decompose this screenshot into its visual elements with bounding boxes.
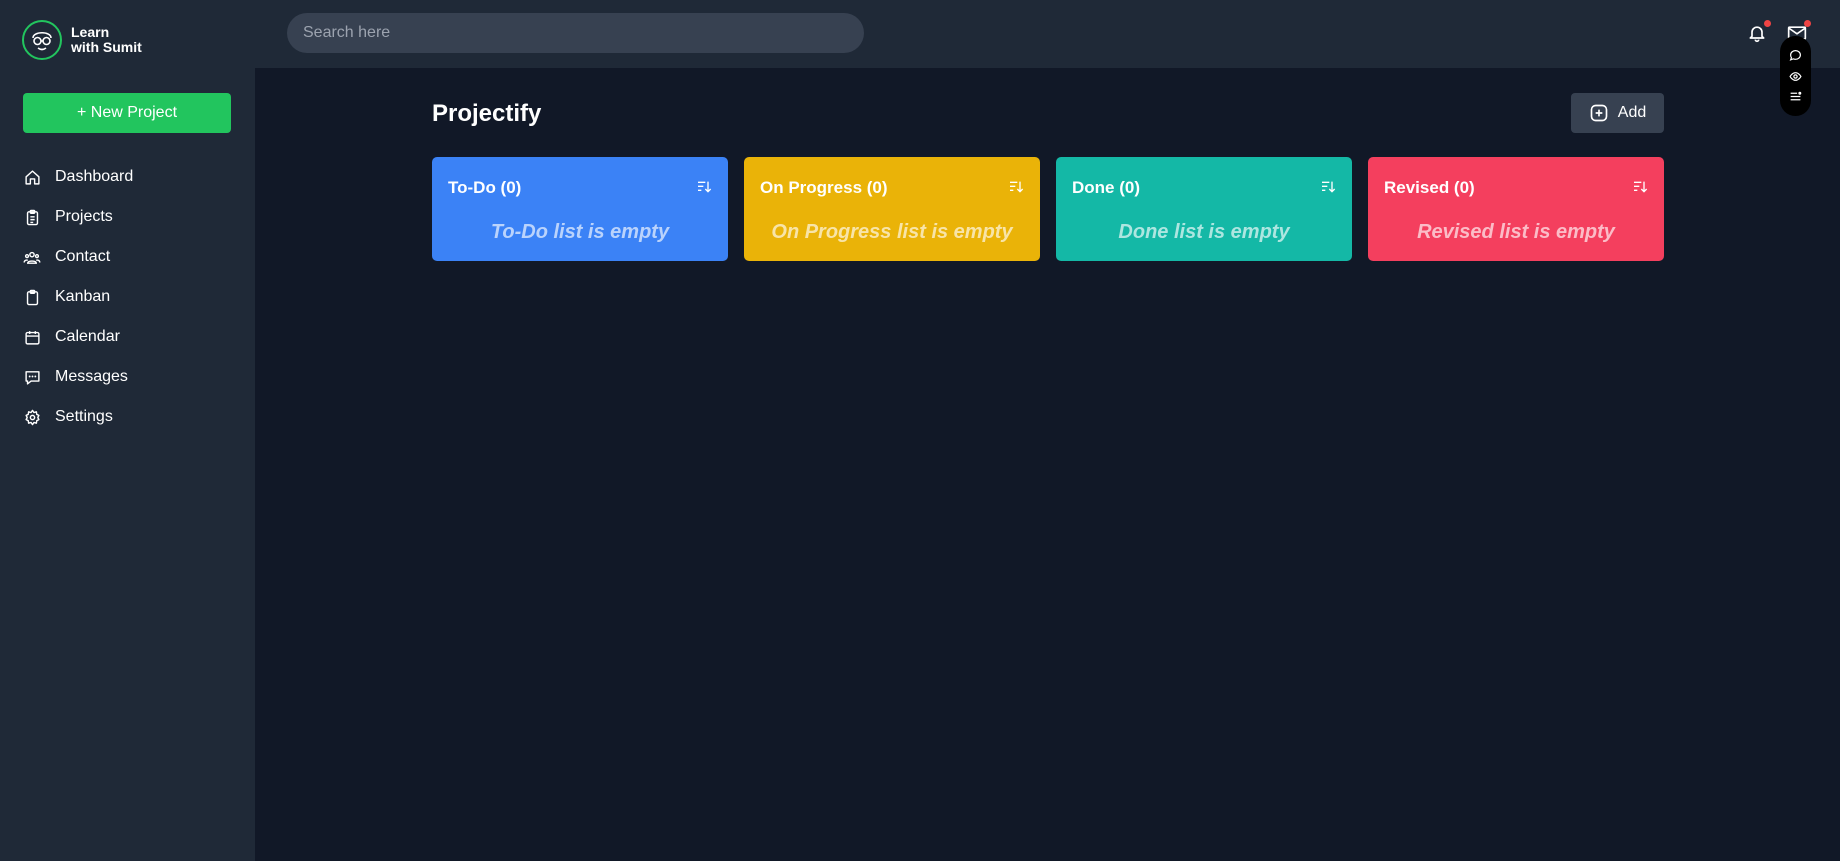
sidebar-item-dashboard[interactable]: Dashboard bbox=[23, 157, 133, 197]
column-title: Revised (0) bbox=[1384, 178, 1475, 197]
sidebar-item-label: Dashboard bbox=[55, 168, 134, 185]
clipboard-icon bbox=[23, 288, 41, 306]
notifications-button[interactable] bbox=[1746, 20, 1771, 44]
search-input[interactable] bbox=[287, 13, 864, 53]
sort-icon[interactable] bbox=[1632, 179, 1648, 195]
chat-icon bbox=[23, 368, 41, 386]
sidebar-item-label: Calendar bbox=[55, 328, 120, 345]
add-button[interactable]: Add bbox=[1571, 93, 1664, 133]
sidebar-item-kanban[interactable]: Kanban bbox=[23, 277, 133, 317]
add-button-label: Add bbox=[1617, 104, 1647, 121]
list-icon[interactable] bbox=[1789, 90, 1803, 104]
kanban-column-on-progress: On Progress (0) On Progress list is empt… bbox=[744, 157, 1040, 261]
column-empty-message: To-Do list is empty bbox=[490, 221, 670, 243]
kanban-column-done: Done (0) Done list is empty bbox=[1056, 157, 1352, 261]
logo-face-icon bbox=[22, 20, 62, 60]
sidebar-nav: Dashboard Projects Contact Kanban Calend… bbox=[23, 157, 133, 437]
column-title: On Progress (0) bbox=[760, 178, 888, 197]
eye-icon[interactable] bbox=[1789, 69, 1803, 83]
column-title: Done (0) bbox=[1072, 178, 1140, 197]
kanban-column-revised: Revised (0) Revised list is empty bbox=[1368, 157, 1664, 261]
gear-icon bbox=[23, 408, 41, 426]
sidebar-item-label: Contact bbox=[55, 248, 111, 265]
sidebar: Learn with Sumit + New Project Dashboard… bbox=[0, 0, 255, 861]
brand-name: Learn with Sumit bbox=[71, 25, 161, 55]
sidebar-item-label: Settings bbox=[55, 408, 113, 425]
brand-logo[interactable]: Learn with Sumit bbox=[22, 20, 161, 60]
column-empty-message: Revised list is empty bbox=[1417, 221, 1615, 243]
column-empty-message: On Progress list is empty bbox=[771, 221, 1013, 243]
clipboard-list-icon bbox=[23, 208, 41, 226]
bell-icon bbox=[1747, 23, 1767, 43]
column-empty-message: Done list is empty bbox=[1118, 221, 1290, 243]
sidebar-item-contact[interactable]: Contact bbox=[23, 237, 133, 277]
sidebar-item-label: Kanban bbox=[55, 288, 111, 305]
plus-square-icon bbox=[1589, 103, 1609, 123]
mail-dot bbox=[1804, 20, 1811, 27]
sidebar-item-label: Projects bbox=[55, 208, 113, 225]
column-title: To-Do (0) bbox=[448, 178, 522, 197]
sidebar-item-label: Messages bbox=[55, 368, 128, 385]
new-project-button[interactable]: + New Project bbox=[23, 93, 231, 133]
notification-dot bbox=[1764, 20, 1771, 27]
page-title: Projectify bbox=[432, 100, 542, 127]
sidebar-item-projects[interactable]: Projects bbox=[23, 197, 133, 237]
sort-icon[interactable] bbox=[1008, 179, 1024, 195]
users-icon bbox=[23, 248, 41, 266]
brand-name-line1: Learn bbox=[71, 24, 110, 40]
sidebar-item-calendar[interactable]: Calendar bbox=[23, 317, 133, 357]
kanban-column-todo: To-Do (0) To-Do list is empty bbox=[432, 157, 728, 261]
sort-icon[interactable] bbox=[1320, 179, 1336, 195]
brand-name-line2: with Sumit bbox=[71, 39, 142, 55]
sidebar-item-settings[interactable]: Settings bbox=[23, 397, 133, 437]
floating-toolbar bbox=[1780, 36, 1811, 116]
chat-bubble-icon[interactable] bbox=[1789, 49, 1803, 63]
sidebar-item-messages[interactable]: Messages bbox=[23, 357, 133, 397]
home-icon bbox=[23, 168, 41, 186]
top-bar bbox=[255, 0, 1840, 68]
calendar-icon bbox=[23, 328, 41, 346]
sort-icon[interactable] bbox=[696, 179, 712, 195]
